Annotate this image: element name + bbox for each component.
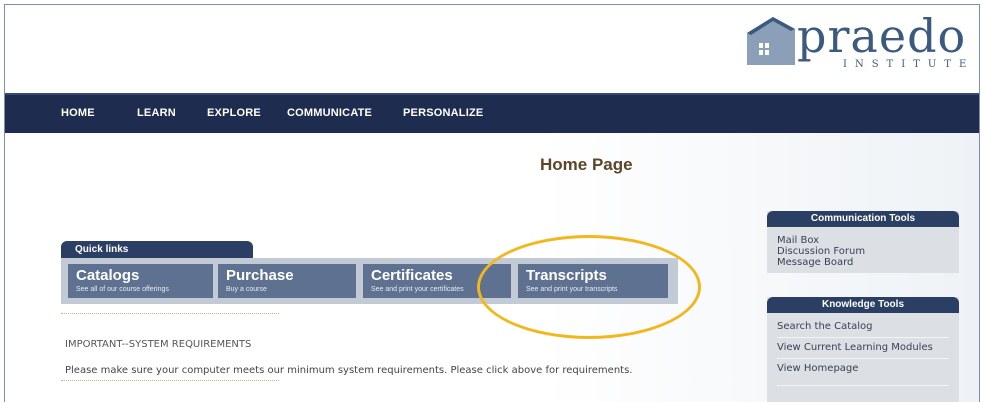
nav-explore[interactable]: EXPLORE bbox=[207, 107, 261, 119]
knowledge-tools-panel: Knowledge Tools Search the Catalog View … bbox=[767, 297, 959, 402]
transcripts-subtitle: See and print your transcripts bbox=[526, 286, 618, 293]
divider bbox=[61, 313, 279, 314]
catalogs-title: Catalogs bbox=[76, 267, 140, 284]
separator bbox=[777, 337, 949, 338]
nav-personalize[interactable]: PERSONALIZE bbox=[403, 107, 483, 119]
quick-links-tab: Quick links bbox=[61, 241, 253, 259]
purchase-subtitle: Buy a course bbox=[226, 286, 267, 293]
current-learning-modules-link[interactable]: View Current Learning Modules bbox=[777, 342, 933, 353]
quick-links-bar: Catalogs See all of our course offerings… bbox=[61, 258, 678, 304]
house-logo-icon bbox=[747, 17, 795, 65]
page-title: Home Page bbox=[540, 155, 633, 174]
catalogs-subtitle: See all of our course offerings bbox=[76, 286, 169, 293]
discussion-forum-link[interactable]: Discussion Forum bbox=[777, 246, 865, 257]
separator bbox=[777, 358, 949, 359]
nav-communicate[interactable]: COMMUNICATE bbox=[287, 107, 372, 119]
transcripts-button[interactable]: Transcripts See and print your transcrip… bbox=[518, 264, 668, 298]
certificates-title: Certificates bbox=[371, 267, 453, 284]
praedo-logo[interactable]: praedo INSTITUTE bbox=[747, 9, 967, 77]
divider bbox=[61, 380, 279, 381]
nav-learn[interactable]: LEARN bbox=[137, 107, 176, 119]
certificates-button[interactable]: Certificates See and print your certific… bbox=[363, 264, 511, 298]
purchase-title: Purchase bbox=[226, 267, 294, 284]
logo-name: praedo bbox=[797, 9, 967, 63]
communication-tools-title: Communication Tools bbox=[767, 211, 959, 227]
nav-home[interactable]: HOME bbox=[61, 107, 95, 119]
mail-box-link[interactable]: Mail Box bbox=[777, 235, 819, 246]
knowledge-tools-title: Knowledge Tools bbox=[767, 297, 959, 313]
main-nav: HOME LEARN EXPLORE COMMUNICATE PERSONALI… bbox=[5, 93, 979, 133]
purchase-button[interactable]: Purchase Buy a course bbox=[218, 264, 356, 298]
logo-subtitle: INSTITUTE bbox=[843, 59, 975, 70]
transcripts-title: Transcripts bbox=[526, 267, 607, 284]
requirements-text: Please make sure your computer meets our… bbox=[65, 365, 633, 376]
view-homepage-link[interactable]: View Homepage bbox=[777, 363, 858, 374]
communication-tools-panel: Communication Tools Mail Box Discussion … bbox=[767, 211, 959, 273]
certificates-subtitle: See and print your certificates bbox=[371, 286, 464, 293]
separator bbox=[777, 385, 949, 386]
page-frame: praedo INSTITUTE HOME LEARN EXPLORE COMM… bbox=[4, 4, 980, 402]
message-board-link[interactable]: Message Board bbox=[777, 257, 853, 268]
requirements-heading: IMPORTANT--SYSTEM REQUIREMENTS bbox=[65, 339, 252, 350]
search-catalog-link[interactable]: Search the Catalog bbox=[777, 321, 873, 332]
catalogs-button[interactable]: Catalogs See all of our course offerings bbox=[68, 264, 213, 298]
quick-links-label: Quick links bbox=[75, 244, 129, 255]
